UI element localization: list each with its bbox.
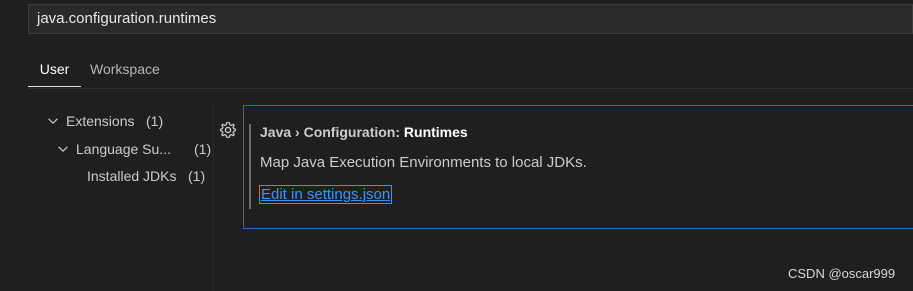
tab-user[interactable]: User xyxy=(28,52,81,87)
settings-search-input[interactable]: java.configuration.runtimes xyxy=(28,4,913,34)
gear-icon[interactable] xyxy=(219,121,237,139)
tree-item-language-support[interactable]: Language Su... (1) xyxy=(56,137,213,161)
tree-item-count: (1) xyxy=(194,141,212,157)
setting-item-java-runtimes: Java › Configuration: Runtimes Map Java … xyxy=(243,105,913,229)
setting-category: Java › Configuration: xyxy=(260,124,404,140)
tabs-divider xyxy=(28,88,913,89)
setting-name: Runtimes xyxy=(403,124,468,140)
chevron-down-icon xyxy=(58,146,68,153)
setting-description: Map Java Execution Environments to local… xyxy=(260,154,587,171)
tree-item-installed-jdks[interactable]: Installed JDKs (1) xyxy=(87,164,212,188)
setting-title: Java › Configuration: Runtimes xyxy=(260,124,468,140)
tree-item-count: (1) xyxy=(146,113,164,129)
tree-item-extensions[interactable]: Extensions (1) xyxy=(46,109,206,133)
tree-item-label: Installed JDKs xyxy=(87,168,177,184)
tab-workspace[interactable]: Workspace xyxy=(90,52,160,86)
modified-indicator xyxy=(249,124,251,209)
chevron-down-icon xyxy=(48,118,58,125)
tree-item-count: (1) xyxy=(188,168,206,184)
watermark: CSDN @oscar999 xyxy=(788,266,896,281)
edit-in-settings-json-link[interactable]: Edit in settings.json xyxy=(258,185,393,204)
tree-item-label: Language Su... xyxy=(76,141,171,157)
tree-item-label: Extensions xyxy=(66,113,135,129)
tree-divider xyxy=(213,104,214,291)
